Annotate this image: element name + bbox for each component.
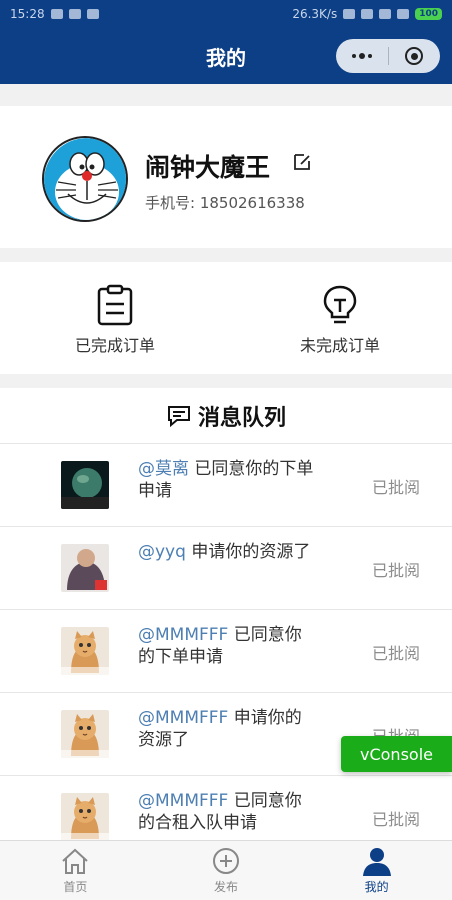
message-user-link[interactable]: @MMMFFF <box>138 791 228 811</box>
pending-orders-label: 未完成订单 <box>299 336 380 355</box>
page-title: 我的 <box>206 45 246 70</box>
message-status: 已批阅 <box>372 478 421 497</box>
message-thumbnail <box>61 710 109 758</box>
message-queue-header: 消息队列 <box>0 388 452 444</box>
user-icon <box>362 848 391 876</box>
orders-panel: 已完成订单 未完成订单 <box>0 262 452 374</box>
more-icon <box>351 53 372 59</box>
edit-icon[interactable] <box>292 152 312 172</box>
completed-orders-button[interactable]: 已完成订单 <box>35 284 195 356</box>
home-icon <box>62 848 89 874</box>
message-thumbnail <box>61 461 109 509</box>
message-status: 已批阅 <box>372 644 421 663</box>
profile-card: 闹钟大魔王 手机号: 18502616338 <box>0 106 452 248</box>
message-text: @MMMFFF 已同意你的下单申请 <box>138 624 318 668</box>
tab-home[interactable]: 首页 <box>0 841 151 900</box>
bluetooth-icon <box>343 9 356 19</box>
nav-bar: 我的 <box>0 28 452 84</box>
message-row[interactable]: @MMMFFF 已同意你的合租入队申请 已批阅 <box>0 776 452 840</box>
message-row[interactable]: @MMMFFF 已同意你的下单申请 已批阅 <box>0 610 452 693</box>
battery-icon: 100 <box>415 8 442 20</box>
message-text: @莫离 已同意你的下单申请 <box>138 458 318 502</box>
tab-publish-label: 发布 <box>214 880 239 894</box>
network-speed: 26.3K/s <box>292 7 338 21</box>
message-text: @MMMFFF 已同意你的合租入队申请 <box>138 790 318 834</box>
tab-bar: 首页 发布 我的 <box>0 840 452 900</box>
message-user-link[interactable]: @MMMFFF <box>138 708 228 728</box>
username: 闹钟大魔王 <box>145 153 271 182</box>
wifi-icon <box>397 9 410 19</box>
tab-home-label: 首页 <box>63 880 88 894</box>
miniprogram-capsule <box>336 39 440 73</box>
qq-icon <box>50 9 63 19</box>
target-icon <box>405 47 424 65</box>
message-status: 已批阅 <box>372 561 421 580</box>
notification-icon <box>68 9 81 19</box>
top-bar: 15:28 26.3K/s 100 我的 <box>0 0 452 84</box>
message-content: 申请你的资源了 <box>185 542 311 562</box>
tab-mine[interactable]: 我的 <box>301 841 452 900</box>
message-list: @莫离 已同意你的下单申请 已批阅 @yyq 申请你的资源了 已批阅 @MMMFFF 已… <box>0 444 452 840</box>
message-thumbnail <box>61 627 109 675</box>
app-icon <box>86 9 99 19</box>
message-user-link[interactable]: @莫离 <box>138 459 189 479</box>
doraemon-avatar-icon <box>44 138 126 220</box>
message-row[interactable]: @莫离 已同意你的下单申请 已批阅 <box>0 444 452 527</box>
completed-orders-label: 已完成订单 <box>74 336 155 355</box>
status-time: 15:28 <box>10 7 45 21</box>
more-button[interactable] <box>336 39 388 73</box>
lightbulb-icon <box>323 285 357 324</box>
message-thumbnail <box>61 544 109 592</box>
message-row[interactable]: @yyq 申请你的资源了已批阅 <box>0 527 452 610</box>
alarm-icon <box>361 9 374 19</box>
message-user-link[interactable]: @yyq <box>138 542 186 562</box>
message-text: @MMMFFF 申请你的资源了 <box>138 707 318 751</box>
message-queue-title: 消息队列 <box>197 405 286 431</box>
pending-orders-button[interactable]: 未完成订单 <box>260 284 420 356</box>
tab-mine-label: 我的 <box>364 880 389 894</box>
clipboard-icon <box>97 284 133 326</box>
signal-icon <box>379 9 392 19</box>
status-bar: 15:28 26.3K/s 100 <box>0 0 452 28</box>
message-icon <box>167 405 190 427</box>
message-user-link[interactable]: @MMMFFF <box>138 625 228 645</box>
close-miniprogram-button[interactable] <box>389 39 441 73</box>
phone-number: 手机号: 18502616338 <box>145 194 305 212</box>
message-status: 已批阅 <box>372 810 421 829</box>
vconsole-button[interactable]: vConsole <box>341 736 452 772</box>
tab-publish[interactable]: 发布 <box>151 841 302 900</box>
plus-circle-icon <box>213 848 239 874</box>
message-thumbnail <box>61 793 109 840</box>
message-queue: 消息队列 @莫离 已同意你的下单申请 已批阅 @yyq 申请你的资源了 已批阅 @MMM… <box>0 388 452 840</box>
message-text: @yyq 申请你的资源了 <box>138 541 318 563</box>
avatar[interactable] <box>42 136 128 222</box>
